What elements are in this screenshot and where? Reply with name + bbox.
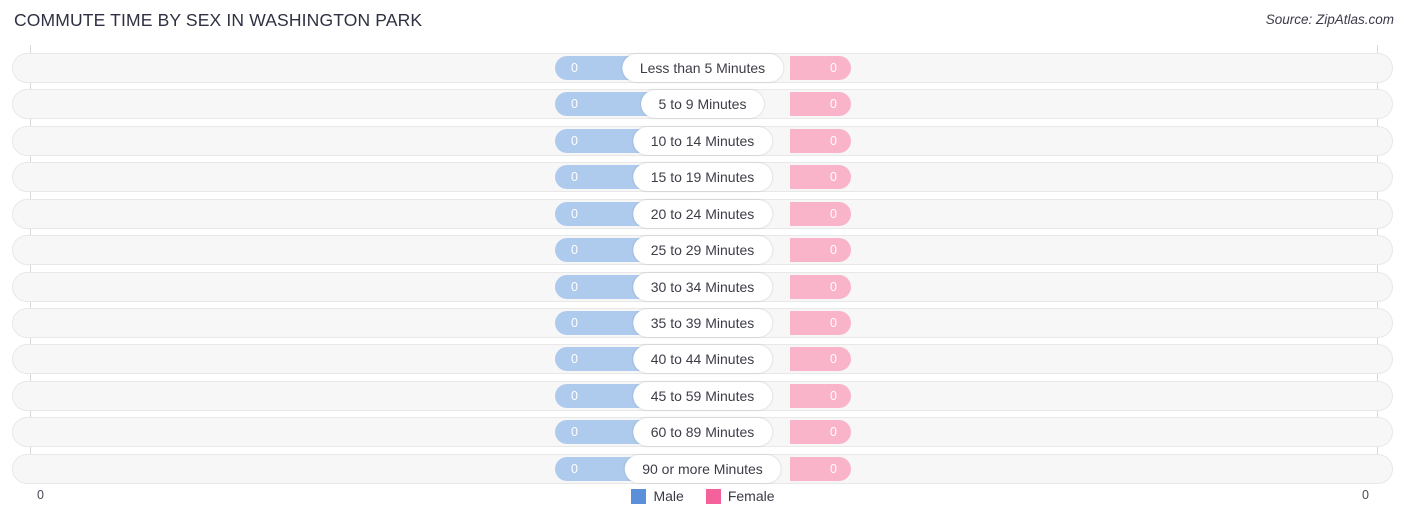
bar-female: 0 xyxy=(790,238,851,263)
bar-row: 0 0 30 to 34 Minutes xyxy=(12,271,1393,302)
legend-item[interactable]: Male xyxy=(631,488,684,504)
bar-row: 0 0 15 to 19 Minutes xyxy=(12,162,1393,193)
bar-female: 0 xyxy=(790,310,851,335)
bar-value-male: 0 xyxy=(571,352,578,367)
bar-female: 0 xyxy=(790,383,851,408)
bar-row: 0 0 60 to 89 Minutes xyxy=(12,417,1393,448)
chart-header: COMMUTE TIME BY SEX IN WASHINGTON PARK S… xyxy=(0,0,1406,44)
bar-value-female: 0 xyxy=(830,279,837,294)
category-label: 90 or more Minutes xyxy=(624,454,781,483)
chart-footer: 0 0 Male Female xyxy=(0,483,1406,522)
category-label: 5 to 9 Minutes xyxy=(640,90,765,119)
bar-value-male: 0 xyxy=(571,61,578,75)
bar-value-male: 0 xyxy=(571,170,578,185)
bar-value-male: 0 xyxy=(571,315,578,330)
bar-row: 0 0 90 or more Minutes xyxy=(12,453,1393,484)
bar-value-female: 0 xyxy=(830,97,837,112)
bar-female: 0 xyxy=(790,56,851,80)
bar-female: 0 xyxy=(790,456,851,481)
legend-label: Male xyxy=(653,488,684,504)
bar-value-male: 0 xyxy=(571,133,578,148)
bar-value-female: 0 xyxy=(830,388,837,403)
bar-value-male: 0 xyxy=(571,243,578,258)
square-swatch-icon xyxy=(705,488,721,504)
bar-row: 0 0 20 to 24 Minutes xyxy=(12,198,1393,229)
legend-label: Female xyxy=(727,488,775,504)
category-label: 60 to 89 Minutes xyxy=(632,418,773,447)
bar-value-male: 0 xyxy=(571,388,578,403)
bar-value-female: 0 xyxy=(830,133,837,148)
bar-value-male: 0 xyxy=(571,425,578,440)
bar-value-male: 0 xyxy=(571,279,578,294)
category-label: 15 to 19 Minutes xyxy=(632,163,773,192)
bar-row: 0 0 45 to 59 Minutes xyxy=(12,380,1393,411)
bar-value-female: 0 xyxy=(830,425,837,440)
bar-row: 0 0 40 to 44 Minutes xyxy=(12,344,1393,375)
bar-value-female: 0 xyxy=(830,243,837,258)
category-label: 25 to 29 Minutes xyxy=(632,236,773,265)
bar-value-male: 0 xyxy=(571,97,578,112)
bar-value-male: 0 xyxy=(571,206,578,221)
bar-value-female: 0 xyxy=(830,315,837,330)
bar-female: 0 xyxy=(790,165,851,190)
bar-female: 0 xyxy=(790,128,851,153)
bar-row: 0 0 5 to 9 Minutes xyxy=(12,89,1393,120)
bar-female: 0 xyxy=(790,201,851,226)
bar-value-female: 0 xyxy=(830,461,837,476)
chart-plot-area: 0 0 Less than 5 Minutes 0 0 5 to 9 Minutes 0 0 1… xyxy=(0,45,1406,484)
category-label: 45 to 59 Minutes xyxy=(632,381,773,410)
bar-row: 0 0 Less than 5 Minutes xyxy=(12,53,1393,83)
bar-female: 0 xyxy=(790,274,851,299)
bar-row: 0 0 25 to 29 Minutes xyxy=(12,235,1393,266)
category-label: 10 to 14 Minutes xyxy=(632,126,773,155)
category-label: 35 to 39 Minutes xyxy=(632,308,773,337)
bar-female: 0 xyxy=(790,420,851,445)
bar-value-female: 0 xyxy=(830,170,837,185)
source-attribution: Source: ZipAtlas.com xyxy=(1265,12,1394,27)
bar-row: 0 0 10 to 14 Minutes xyxy=(12,125,1393,156)
bar-female: 0 xyxy=(790,92,851,117)
category-label: 20 to 24 Minutes xyxy=(632,199,773,228)
bar-value-male: 0 xyxy=(571,461,578,476)
category-label: Less than 5 Minutes xyxy=(621,54,784,82)
category-label: 30 to 34 Minutes xyxy=(632,272,773,301)
category-label: 40 to 44 Minutes xyxy=(632,345,773,374)
bar-row: 0 0 35 to 39 Minutes xyxy=(12,307,1393,338)
bar-value-female: 0 xyxy=(830,206,837,221)
legend-item[interactable]: Female xyxy=(705,488,775,504)
bar-value-female: 0 xyxy=(830,352,837,367)
chart-legend: Male Female xyxy=(0,488,1406,504)
page-title: COMMUTE TIME BY SEX IN WASHINGTON PARK xyxy=(14,10,423,30)
bar-value-female: 0 xyxy=(830,61,837,75)
square-swatch-icon xyxy=(631,488,647,504)
bar-female: 0 xyxy=(790,347,851,372)
